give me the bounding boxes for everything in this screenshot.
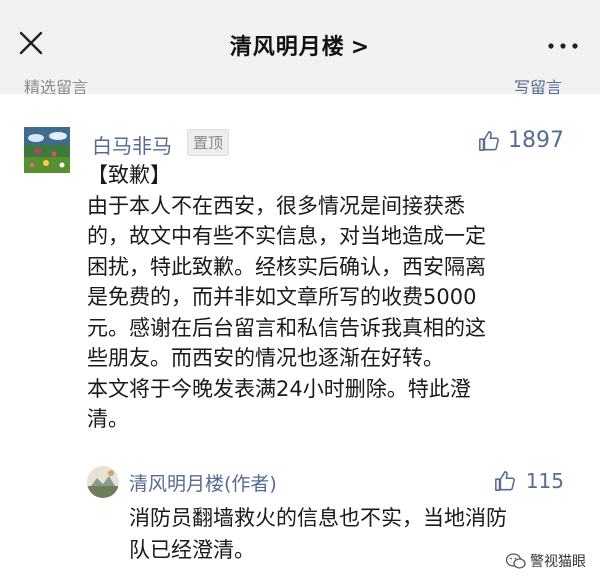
reply-like-button[interactable]: 115 (494, 469, 564, 493)
more-dots-icon[interactable] (548, 43, 578, 49)
reply-text: 消防员翻墙救火的信息也不实，当地消防 队已经澄清。 (129, 502, 569, 566)
like-button[interactable]: 1897 (478, 128, 564, 153)
comment-line: 元。感谢在后台留言和私信告诉我真相的这 (87, 315, 486, 340)
comment-line: 由于本人不在西安，很多情况是间接获悉 (87, 193, 465, 218)
reply-line: 队已经澄清。 (129, 538, 255, 562)
thumbs-up-icon (494, 471, 515, 491)
featured-comments-label: 精选留言 (24, 78, 89, 94)
reply-like-count: 115 (525, 469, 564, 493)
avatar[interactable] (24, 127, 70, 173)
reply-author[interactable]: 清风明月楼(作者) (129, 469, 277, 496)
like-count: 1897 (508, 128, 564, 153)
comment-author[interactable]: 白马非马 (92, 130, 172, 159)
wechat-icon (506, 552, 526, 569)
comment-line: 清。 (87, 407, 129, 431)
account-name: 清风明月楼 (229, 35, 345, 60)
chevron-right-icon: > (350, 35, 371, 60)
reply-line: 消防员翻墙救火的信息也不实，当地消防 (129, 506, 507, 530)
write-comment-link[interactable]: 写留言 (514, 74, 562, 94)
comment-line: 的，故文中有些不实信息，对当地造成一定 (87, 224, 486, 248)
watermark-text: 警视猫眼 (530, 554, 586, 570)
page-title[interactable]: 清风明月楼 > (0, 29, 600, 61)
reply-avatar[interactable] (87, 466, 119, 498)
comment-line: 是免费的，而并非如文章所写的收费5000 (87, 285, 477, 309)
comment-line: 本文将于今晚发表满24小时删除。特此澄 (87, 376, 471, 401)
watermark: 警视猫眼 (506, 551, 586, 571)
pinned-badge: 置顶 (187, 129, 230, 156)
comment-line: 【致歉】 (87, 163, 171, 187)
section-header: 精选留言 写留言 (0, 72, 600, 94)
comment-text: 【致歉】 由于本人不在西安，很多情况是间接获悉 的，故文中有些不实信息，对当地造… (87, 160, 567, 435)
comment-line: 些朋友。而西安的情况也逐渐在好转。 (87, 346, 444, 370)
thumbs-up-icon (479, 130, 499, 151)
comment-line: 困扰，特此致歉。经核实后确认，西安隔离 (87, 254, 486, 279)
